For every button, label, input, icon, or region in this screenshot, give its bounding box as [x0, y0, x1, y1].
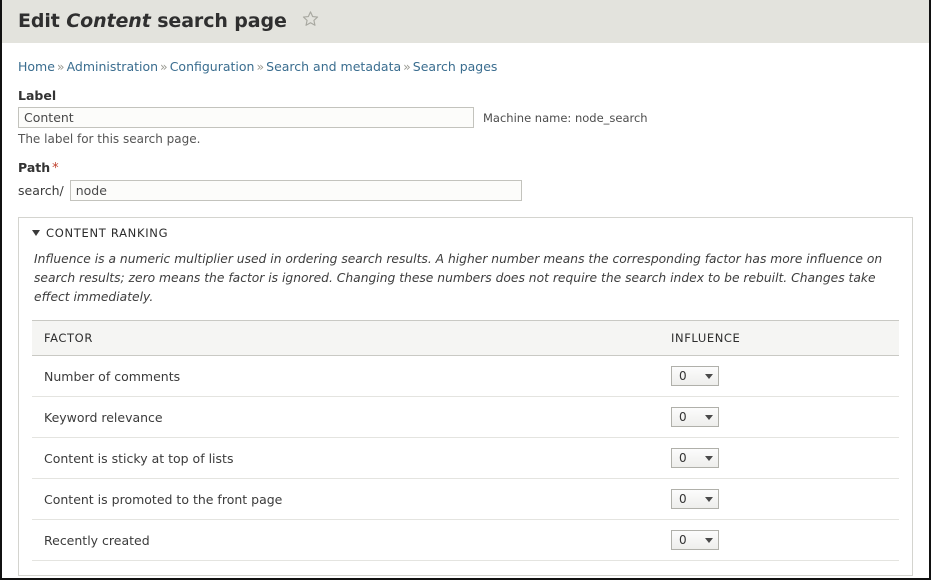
breadcrumb-item-search-and-metadata[interactable]: Search and metadata [266, 59, 401, 74]
table-row: Recently created 0 [32, 519, 899, 562]
breadcrumb-item-search-pages[interactable]: Search pages [413, 59, 498, 74]
page-content: Home» Administration» Configuration» Search… [2, 43, 929, 577]
influence-select[interactable]: 0 [671, 448, 719, 469]
breadcrumb-separator: » [403, 59, 411, 74]
table-header-row: Factor Influence [32, 320, 899, 357]
factor-label: Content is sticky at top of lists [32, 437, 657, 480]
factor-label: Recently created [32, 519, 657, 562]
chevron-down-icon [705, 537, 713, 543]
influence-cell: 0 [657, 437, 899, 480]
table-head: Factor Influence [32, 320, 899, 357]
breadcrumb-item-administration[interactable]: Administration [67, 59, 158, 74]
triangle-down-icon[interactable] [32, 230, 40, 236]
form-actions: Save search page [2, 576, 929, 578]
content-ranking-legend[interactable]: Content ranking [32, 226, 899, 240]
path-field-row: search/ [18, 180, 913, 201]
path-input[interactable] [69, 180, 522, 201]
path-field-label: Path * [18, 160, 913, 176]
factor-label: Keyword relevance [32, 396, 657, 439]
page-title-suffix: search page [157, 10, 287, 33]
path-field-label-text: Path [18, 160, 51, 175]
star-outline-icon[interactable] [302, 10, 319, 32]
required-indicator: * [52, 161, 59, 176]
chevron-down-icon [705, 373, 713, 379]
breadcrumb-separator: » [56, 59, 65, 74]
content-ranking-legend-text: Content ranking [46, 226, 169, 240]
column-header-influence: Influence [657, 320, 899, 357]
chevron-down-icon [705, 496, 713, 502]
label-field-description: The label for this search page. [18, 132, 201, 146]
breadcrumb: Home» Administration» Configuration» Search… [18, 43, 913, 74]
influence-select-value: 0 [679, 369, 687, 384]
table-row: Number of comments 0 [32, 355, 899, 398]
breadcrumb-separator: » [256, 59, 265, 74]
page-title: Edit Content search page [18, 10, 319, 33]
chevron-down-icon [705, 455, 713, 461]
label-input[interactable] [18, 107, 474, 128]
influence-cell: 0 [657, 396, 899, 439]
admin-page: Edit Content search page Home» Administra… [0, 0, 931, 580]
label-form-item: Label Machine name: node_search The labe… [18, 88, 913, 146]
label-field-label: Label [18, 88, 57, 103]
breadcrumb-item-home[interactable]: Home [18, 59, 55, 74]
table-body: Number of comments 0 Keyword relevance 0… [32, 355, 899, 562]
column-header-factor: Factor [32, 320, 657, 357]
influence-select[interactable]: 0 [671, 366, 719, 387]
factor-label: Content is promoted to the front page [32, 478, 657, 521]
table-row: Keyword relevance 0 [32, 396, 899, 439]
influence-cell: 0 [657, 519, 899, 562]
influence-select-value: 0 [679, 492, 687, 507]
content-ranking-table: Factor Influence Number of comments 0 [32, 320, 899, 562]
influence-select[interactable]: 0 [671, 489, 719, 510]
chevron-down-icon [705, 414, 713, 420]
influence-cell: 0 [657, 355, 899, 398]
label-field-row: Machine name: node_search [18, 107, 913, 128]
table-row: Content is promoted to the front page 0 [32, 478, 899, 521]
page-title-emphasis: Content [66, 10, 151, 33]
machine-name-text: Machine name: node_search [483, 110, 648, 125]
influence-select-value: 0 [679, 451, 687, 466]
page-header: Edit Content search page [2, 0, 929, 43]
path-form-item: Path * search/ [18, 160, 913, 201]
path-prefix-text: search/ [18, 183, 64, 198]
influence-select[interactable]: 0 [671, 530, 719, 551]
page-title-prefix: Edit [18, 10, 60, 33]
influence-select[interactable]: 0 [671, 407, 719, 428]
content-ranking-description: Influence is a numeric multiplier used i… [34, 252, 883, 305]
influence-select-value: 0 [679, 533, 687, 548]
influence-cell: 0 [657, 478, 899, 521]
table-row: Content is sticky at top of lists 0 [32, 437, 899, 480]
influence-select-value: 0 [679, 410, 687, 425]
breadcrumb-item-configuration[interactable]: Configuration [170, 59, 255, 74]
factor-label: Number of comments [32, 355, 657, 398]
content-ranking-fieldset: Content ranking Influence is a numeric m… [18, 217, 913, 577]
breadcrumb-separator: » [160, 59, 168, 74]
